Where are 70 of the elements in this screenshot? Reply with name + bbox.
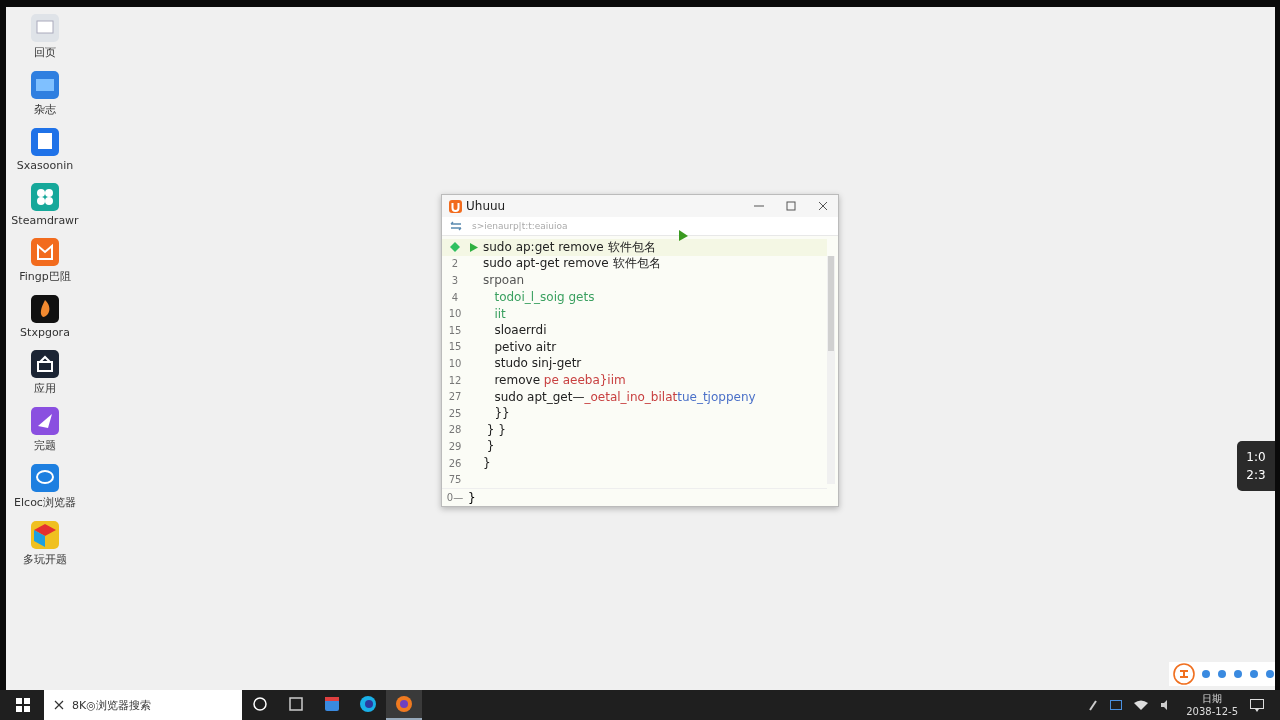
code-text: } (485, 439, 495, 454)
desktop-icon-label: 多玩开题 (23, 552, 67, 567)
line-number: 10 (448, 308, 462, 320)
line-number: 29 (448, 440, 462, 452)
code-text: srpoan (483, 273, 525, 288)
window-title: Uhuuu (466, 199, 506, 213)
notification-center-icon[interactable] (1250, 698, 1264, 712)
line-number: 26 (448, 457, 462, 469)
desktop-icon-label: 回页 (34, 45, 56, 60)
file-path: s>ienaurp|t:t:eaiuioa (472, 221, 568, 231)
close-icon[interactable] (818, 201, 828, 211)
notification-icon[interactable] (1173, 663, 1195, 685)
code-text: pe aeeba}iim (542, 373, 626, 388)
start-icon[interactable] (16, 698, 30, 712)
code-text: sudo apt-get remove 软件包名 (483, 255, 661, 273)
code-text: } (468, 490, 476, 505)
clock-text: 1:0 (1246, 450, 1266, 464)
desktop-icon-label: Elcoc浏览器 (14, 495, 76, 510)
desktop-icon-label: Sxasoonin (16, 159, 74, 172)
pointer-icon (679, 230, 688, 241)
code-text: iit (493, 306, 506, 321)
orb-icon[interactable] (359, 695, 377, 713)
maximize-icon[interactable] (786, 201, 796, 211)
search-field[interactable]: 8K◎浏览器搜索 (44, 690, 242, 720)
line-number: 0— (446, 492, 464, 504)
app-logo-icon (449, 199, 462, 213)
code-text: tue_tjoppeny (677, 389, 756, 404)
code-text: petivo aitr (493, 339, 557, 354)
wifi-icon[interactable] (1134, 700, 1149, 710)
desktop-icon-label: 杂志 (34, 102, 56, 117)
clock-date[interactable]: 2038-12-5 (1186, 705, 1238, 718)
fox-icon[interactable] (395, 695, 413, 713)
desktop-icon-label: Stxpgora (20, 326, 70, 339)
line-number: 25 (448, 407, 462, 419)
scrollbar[interactable] (827, 256, 835, 484)
desktop-icon-label: Fingp巴阻 (19, 269, 71, 284)
code-text: studo sinj-getr (493, 356, 582, 371)
line-number: 75 (448, 474, 462, 486)
app-icon[interactable] (30, 349, 60, 379)
code-text: sudo ap:get remove 软件包名 (483, 238, 656, 256)
code-text: todoi_l_soig gets (493, 290, 595, 305)
line-number: 2 (451, 258, 459, 270)
code-text: _oetal_ino_bilat (584, 389, 678, 404)
code-text: }} (493, 406, 510, 421)
calendar-icon[interactable] (323, 695, 341, 713)
keyboard-icon[interactable] (1110, 700, 1123, 710)
app-icon[interactable] (30, 294, 60, 324)
line-number: 15 (448, 341, 462, 353)
line-number: 15 (448, 324, 462, 336)
code-text: sloaerrdi (493, 323, 547, 338)
line-number: 4 (451, 291, 459, 303)
desktop-icon-label: 应用 (34, 381, 56, 396)
line-number: 3 (451, 275, 459, 286)
line-number: 27 (448, 391, 462, 403)
code-text: sudo apt_get— (493, 389, 585, 404)
code-text: } (483, 456, 491, 470)
desktop-icon-label: 完题 (34, 438, 56, 453)
close-icon[interactable] (54, 700, 64, 710)
line-number: 28 (448, 424, 462, 436)
desktop-icon-label: Steamdrawr (11, 214, 79, 227)
line-number: 10 (448, 357, 462, 369)
pen-icon[interactable] (1088, 699, 1099, 711)
clock-time[interactable]: 日期 (1202, 692, 1223, 705)
line-number: 12 (448, 374, 462, 386)
sync-icon[interactable] (450, 221, 462, 231)
code-text: } } (485, 422, 506, 437)
taskview-icon[interactable] (287, 695, 305, 713)
circle-icon[interactable] (251, 695, 269, 713)
code-text: remove (493, 373, 540, 388)
clock-text: 2:3 (1246, 468, 1266, 482)
